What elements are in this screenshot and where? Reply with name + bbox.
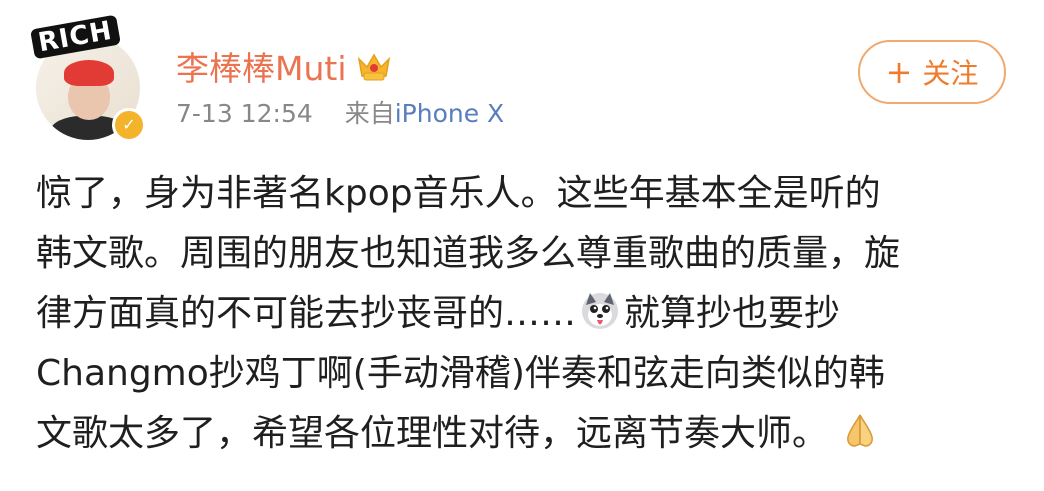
- follow-button[interactable]: + 关注: [858, 40, 1006, 104]
- avatar-hair: [64, 60, 114, 86]
- content-text: 律方面真的不可能去抄丧哥的……: [36, 293, 577, 334]
- content-line: 惊了，身为非著名kpop音乐人。这些年基本全是听的: [36, 173, 881, 214]
- post-time: 12:54: [240, 99, 313, 128]
- source-label: 来自: [344, 99, 395, 128]
- content-text: 就算抄也要抄: [624, 293, 841, 334]
- pressed-hands-emoji-icon: [840, 410, 880, 450]
- follow-label: 关注: [922, 57, 979, 90]
- plus-icon: +: [885, 53, 913, 91]
- author-name-text: 李棒棒Muti: [176, 49, 347, 88]
- author-name[interactable]: 李棒棒Muti: [176, 42, 393, 90]
- content-line: Changmo抄鸡丁啊(手动滑稽)伴奏和弦走向类似的韩: [36, 353, 885, 394]
- verified-badge-icon: ✓: [112, 108, 146, 142]
- vip-crown-icon: [355, 49, 393, 83]
- content-line: 韩文歌。周围的朋友也知道我多么尊重歌曲的质量，旋: [36, 233, 901, 274]
- content-text: 文歌太多了，希望各位理性对待，远离节奏大师。: [36, 413, 829, 454]
- author-avatar-container[interactable]: RICH ✓: [30, 14, 146, 146]
- content-line: 文歌太多了，希望各位理性对待，远离节奏大师。: [36, 404, 1016, 464]
- content-line: 律方面真的不可能去抄丧哥的…… 就算抄也要抄: [36, 284, 1016, 344]
- post-meta: 7-13 12:54 来自iPhone X: [176, 94, 504, 130]
- husky-emoji-icon: [580, 290, 620, 330]
- post-date: 7-13: [176, 99, 233, 128]
- source-device[interactable]: iPhone X: [395, 99, 504, 128]
- post-content: 惊了，身为非著名kpop音乐人。这些年基本全是听的 韩文歌。周围的朋友也知道我多…: [36, 164, 1016, 464]
